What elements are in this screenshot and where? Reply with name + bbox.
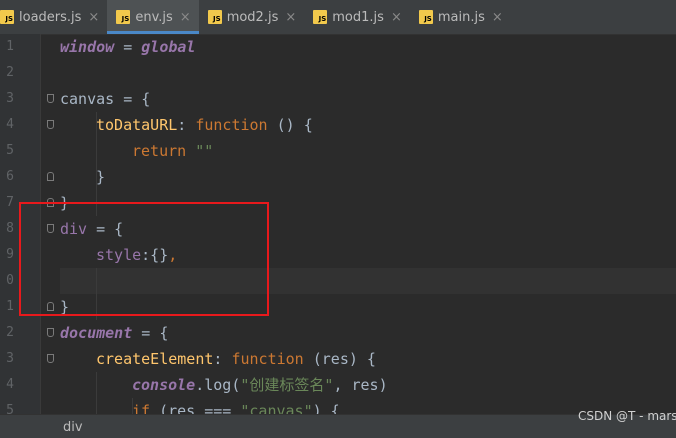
js-file-icon: JS xyxy=(207,10,222,24)
tab-env-js[interactable]: JS env.js × xyxy=(107,0,200,34)
breadcrumb[interactable]: div xyxy=(63,420,83,435)
indent-guide xyxy=(96,268,97,320)
code-line-14: console.log("创建标签名", res) xyxy=(132,376,388,394)
fold-icon[interactable] xyxy=(47,198,54,207)
line-number: 1 xyxy=(6,39,14,54)
code-line-6: } xyxy=(96,168,106,186)
code-line-12: document = { xyxy=(60,324,169,342)
gutter-divider xyxy=(40,34,41,414)
editor-tab-bar: JS loaders.js × JS env.js × JS mod2.js ×… xyxy=(0,0,676,35)
tab-label: main.js xyxy=(437,9,485,25)
line-number: 1 xyxy=(6,299,14,314)
js-file-icon: JS xyxy=(418,10,433,24)
line-number: 2 xyxy=(6,325,14,340)
line-number: 2 xyxy=(6,65,14,80)
line-number: 0 xyxy=(6,273,14,288)
current-line-highlight xyxy=(60,268,676,294)
js-file-icon: JS xyxy=(0,10,14,24)
code-line-4: toDataURL: function () { xyxy=(96,116,313,134)
tab-label: loaders.js xyxy=(19,9,82,25)
code-line-11: } xyxy=(60,298,70,316)
tab-mod1-js[interactable]: JS mod1.js × xyxy=(304,0,410,34)
tab-main-js[interactable]: JS main.js × xyxy=(410,0,511,34)
close-icon[interactable]: × xyxy=(285,10,296,25)
line-number: 7 xyxy=(6,195,14,210)
code-line-15: if (res === "canvas") { xyxy=(132,402,340,414)
close-icon[interactable]: × xyxy=(492,10,503,25)
close-icon[interactable]: × xyxy=(88,10,99,25)
line-number: 3 xyxy=(6,91,14,106)
line-number: 4 xyxy=(6,377,14,392)
fold-icon[interactable] xyxy=(47,302,54,311)
js-file-icon: JS xyxy=(116,10,131,24)
fold-icon[interactable] xyxy=(47,328,54,337)
js-file-icon: JS xyxy=(313,10,328,24)
indent-guide xyxy=(96,372,97,414)
line-number: 5 xyxy=(6,143,14,158)
fold-icon[interactable] xyxy=(47,94,54,103)
code-line-13: createElement: function (res) { xyxy=(96,350,376,368)
line-number: 9 xyxy=(6,247,14,262)
tab-label: mod2.js xyxy=(226,9,279,25)
line-number-gutter[interactable]: 1 2 3 4 5 6 7 8 9 0 1 2 3 4 5 xyxy=(0,34,40,418)
fold-icon[interactable] xyxy=(47,224,54,233)
close-icon[interactable]: × xyxy=(391,10,402,25)
code-line-7: } xyxy=(60,194,70,212)
watermark: CSDN @T - mars xyxy=(578,409,676,423)
fold-icon[interactable] xyxy=(47,120,54,129)
code-line-8: div = { xyxy=(60,220,124,238)
code-editor[interactable]: window = global canvas = { toDataURL: fu… xyxy=(60,34,676,414)
tab-loaders-js[interactable]: JS loaders.js × xyxy=(0,0,107,34)
breadcrumb-bar: div xyxy=(0,414,676,438)
tab-mod2-js[interactable]: JS mod2.js × xyxy=(199,0,305,34)
fold-icon[interactable] xyxy=(47,172,54,181)
close-icon[interactable]: × xyxy=(180,10,191,25)
code-line-5: return "" xyxy=(132,142,214,160)
line-number: 6 xyxy=(6,169,14,184)
code-line-1: window = global xyxy=(60,38,196,56)
line-number: 3 xyxy=(6,351,14,366)
code-line-9: style:{}, xyxy=(96,246,178,264)
code-line-3: canvas = { xyxy=(60,90,151,108)
fold-icon[interactable] xyxy=(47,354,54,363)
tab-label: env.js xyxy=(135,9,173,25)
line-number: 4 xyxy=(6,117,14,132)
tab-label: mod1.js xyxy=(332,9,384,25)
line-number: 8 xyxy=(6,221,14,236)
